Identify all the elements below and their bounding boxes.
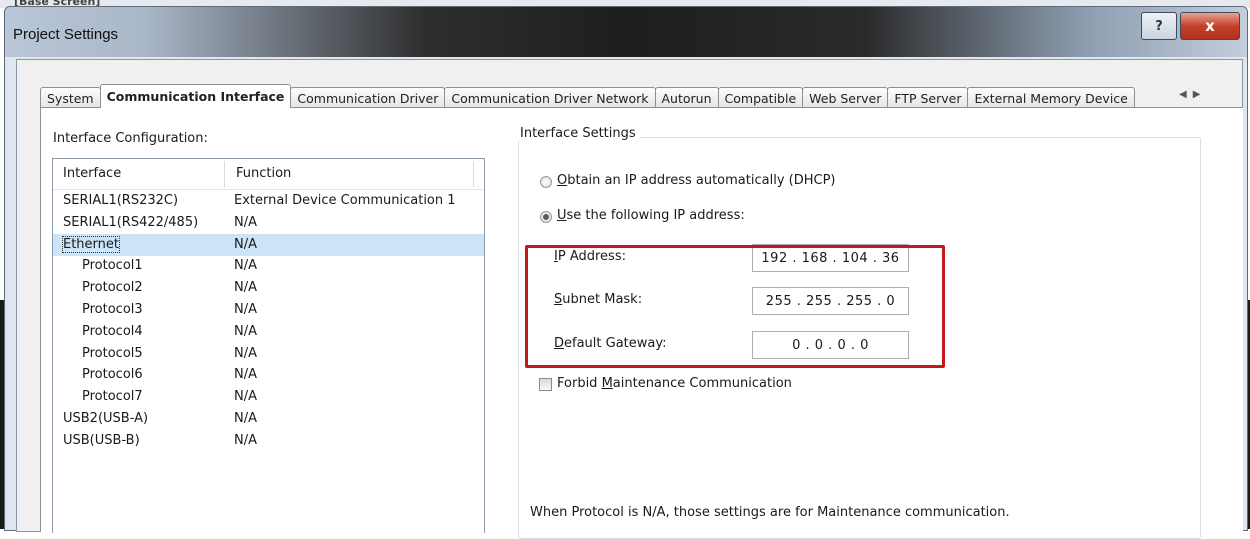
static-ip-label-text: se the following IP address: xyxy=(566,208,745,223)
tab-autorun[interactable]: Autorun xyxy=(654,87,719,108)
forbid-maintenance-label-text: aintenance Communication xyxy=(612,376,792,391)
interface-cell: USB(USB-B) xyxy=(63,432,140,448)
tab-ftp-server[interactable]: FTP Server xyxy=(887,87,969,108)
function-cell: N/A xyxy=(234,258,257,274)
help-button[interactable]: ? xyxy=(1141,12,1177,40)
forbid-maintenance-label-pre: Forbid xyxy=(557,376,602,391)
table-row[interactable]: SERIAL1(RS422/485) N/A xyxy=(53,212,484,234)
dhcp-label[interactable]: Obtain an IP address automatically (DHCP… xyxy=(557,173,836,188)
interface-cell: Protocol1 xyxy=(82,258,143,274)
function-cell: N/A xyxy=(234,367,257,383)
table-row[interactable]: USB2(USB-A) N/A xyxy=(53,408,484,430)
function-cell: N/A xyxy=(234,302,257,317)
default-gateway-label-text: efault Gateway: xyxy=(564,336,667,351)
close-button[interactable]: x xyxy=(1180,12,1240,40)
forbid-maintenance-checkbox[interactable] xyxy=(539,378,552,391)
column-header-function[interactable]: Function xyxy=(236,166,291,181)
forbid-maintenance-label[interactable]: Forbid Maintenance Communication xyxy=(557,376,792,391)
settings-tabs: System Communication Interface Communicati… xyxy=(40,84,1135,108)
project-settings-dialog: Project Settings ? x System Communication… xyxy=(4,6,1248,539)
interface-cell: Protocol6 xyxy=(82,367,143,383)
function-cell: N/A xyxy=(234,432,257,448)
tab-system[interactable]: System xyxy=(40,87,101,108)
table-row[interactable]: Protocol1 N/A xyxy=(53,255,484,277)
table-row[interactable]: Protocol7 N/A xyxy=(53,386,484,408)
table-row[interactable]: Protocol6 N/A xyxy=(53,364,484,386)
interface-cell: Protocol3 xyxy=(82,302,143,317)
static-ip-label[interactable]: Use the following IP address: xyxy=(557,208,745,223)
column-divider[interactable] xyxy=(473,161,474,187)
column-divider[interactable] xyxy=(224,161,225,187)
interface-cell: Protocol5 xyxy=(82,345,143,361)
interface-list[interactable]: Interface Function SERIAL1(RS232C) Extern… xyxy=(52,158,485,533)
interface-cell: SERIAL1(RS232C) xyxy=(63,193,179,208)
interface-cell: Ethernet xyxy=(62,235,120,253)
table-row[interactable]: Ethernet N/A xyxy=(53,233,484,256)
interface-list-header: Interface Function xyxy=(53,159,484,190)
function-cell: External Device Communication 1 xyxy=(234,193,456,208)
tab-web-server[interactable]: Web Server xyxy=(802,87,889,108)
function-cell: N/A xyxy=(234,236,257,252)
tab-external-memory-device[interactable]: External Memory Device xyxy=(967,87,1135,108)
table-row[interactable]: Protocol4 N/A xyxy=(53,321,484,343)
default-gateway-label: Default Gateway: xyxy=(554,336,667,351)
interface-cell: SERIAL1(RS422/485) xyxy=(63,214,199,230)
tab-communication-driver[interactable]: Communication Driver xyxy=(290,87,446,108)
tab-panel-communication-interface: Interface Configuration: Interface Funct… xyxy=(40,107,1243,539)
dhcp-label-text: btain an IP address automatically (DHCP) xyxy=(567,173,836,188)
function-cell: N/A xyxy=(234,214,257,230)
maintenance-note: When Protocol is N/A, those settings are… xyxy=(530,505,1010,520)
tab-scroll-arrows[interactable]: ◀▶ xyxy=(1179,89,1206,100)
function-cell: N/A xyxy=(234,411,257,426)
dhcp-mnemonic: O xyxy=(557,173,568,188)
interface-cell: Protocol7 xyxy=(82,389,143,405)
interface-cell: USB2(USB-A) xyxy=(63,411,149,426)
table-row[interactable]: Protocol3 N/A xyxy=(53,299,484,321)
interface-configuration-label: Interface Configuration: xyxy=(53,131,208,146)
column-header-interface[interactable]: Interface xyxy=(63,166,121,181)
dialog-client-area: System Communication Interface Communicati… xyxy=(16,59,1243,539)
static-ip-mnemonic: U xyxy=(557,208,567,223)
table-row[interactable]: Protocol2 N/A xyxy=(53,277,484,299)
dhcp-radio[interactable] xyxy=(540,176,552,188)
table-row[interactable]: Protocol5 N/A xyxy=(53,343,484,365)
forbid-maintenance-mnemonic: M xyxy=(601,376,613,391)
tab-communication-driver-network[interactable]: Communication Driver Network xyxy=(444,87,656,108)
tab-scroll-right-icon[interactable]: ▶ xyxy=(1193,89,1207,100)
function-cell: N/A xyxy=(234,280,257,296)
function-cell: N/A xyxy=(234,323,257,339)
title-bar[interactable]: Project Settings ? x xyxy=(5,7,1247,57)
tab-communication-interface[interactable]: Communication Interface xyxy=(99,84,292,108)
tab-scroll-left-icon[interactable]: ◀ xyxy=(1179,89,1193,100)
interface-cell: Protocol4 xyxy=(82,323,143,339)
interface-cell: Protocol2 xyxy=(82,280,143,296)
static-ip-radio[interactable] xyxy=(540,211,552,223)
dialog-title: Project Settings xyxy=(13,26,119,43)
table-row[interactable]: USB(USB-B) N/A xyxy=(53,430,484,452)
default-gateway-input[interactable]: 0 . 0 . 0 . 0 xyxy=(752,331,909,359)
tab-compatible[interactable]: Compatible xyxy=(717,87,804,108)
table-row[interactable]: SERIAL1(RS232C) External Device Communica… xyxy=(53,190,484,212)
interface-settings-title: Interface Settings xyxy=(518,126,640,141)
function-cell: N/A xyxy=(234,389,257,405)
function-cell: N/A xyxy=(234,345,257,361)
default-gateway-mnemonic: D xyxy=(554,336,565,351)
